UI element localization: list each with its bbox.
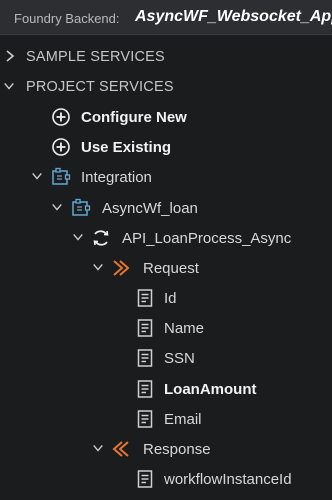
chevron-right-icon bbox=[6, 50, 15, 62]
field-label: workflowInstanceId bbox=[164, 471, 292, 488]
tree-leaf-field[interactable]: Email bbox=[0, 404, 332, 434]
configure-new-label: Configure New bbox=[81, 109, 187, 126]
document-icon bbox=[137, 470, 153, 488]
chevron-down-icon bbox=[4, 82, 14, 90]
tree-leaf-field[interactable]: LoanAmount bbox=[0, 374, 332, 404]
use-existing-label: Use Existing bbox=[81, 139, 172, 156]
configure-new-button[interactable]: Configure New bbox=[0, 102, 332, 132]
field-label: SSN bbox=[164, 350, 195, 367]
chevron-down-icon bbox=[52, 203, 62, 211]
add-circle-icon bbox=[52, 108, 70, 126]
use-existing-button[interactable]: Use Existing bbox=[0, 132, 332, 162]
field-label: LoanAmount bbox=[164, 381, 257, 398]
tree-node-service[interactable]: AsyncWf_loan bbox=[0, 193, 332, 223]
node-label: API_LoanProcess_Async bbox=[122, 230, 292, 247]
tree-node-integration[interactable]: Integration bbox=[0, 162, 332, 192]
chevron-down-icon bbox=[73, 233, 83, 241]
request-arrow-icon bbox=[113, 260, 130, 276]
section-sample-services[interactable]: SAMPLE SERVICES bbox=[0, 42, 332, 72]
document-icon bbox=[137, 380, 153, 398]
document-icon bbox=[137, 410, 153, 428]
chevron-down-icon bbox=[32, 172, 42, 180]
tree-node-response[interactable]: Response bbox=[0, 434, 332, 464]
response-arrow-icon bbox=[112, 441, 129, 457]
backend-label: Foundry Backend: bbox=[14, 11, 120, 26]
integration-icon bbox=[72, 198, 91, 216]
async-refresh-icon bbox=[93, 230, 109, 246]
chevron-down-icon bbox=[93, 444, 103, 452]
document-icon bbox=[137, 349, 153, 367]
add-circle-icon bbox=[52, 138, 70, 156]
node-label: Request bbox=[143, 260, 199, 277]
tree-node-operation[interactable]: API_LoanProcess_Async bbox=[0, 223, 332, 253]
node-label: AsyncWf_loan bbox=[102, 200, 198, 217]
tree-leaf-field[interactable]: Name bbox=[0, 313, 332, 343]
node-label: Response bbox=[143, 441, 211, 458]
section-project-services[interactable]: PROJECT SERVICES bbox=[0, 72, 332, 102]
section-label: SAMPLE SERVICES bbox=[26, 49, 165, 65]
app-name[interactable]: AsyncWF_Websocket_App bbox=[135, 8, 332, 26]
tree-leaf-field[interactable]: workflowInstanceId bbox=[0, 464, 332, 494]
tree-leaf-field[interactable]: Id bbox=[0, 283, 332, 313]
integration-icon bbox=[52, 167, 71, 185]
section-label: PROJECT SERVICES bbox=[26, 79, 174, 95]
field-label: Id bbox=[164, 290, 177, 307]
field-label: Name bbox=[164, 320, 205, 337]
field-label: Email bbox=[164, 411, 202, 428]
node-label: Integration bbox=[81, 169, 152, 186]
backend-header: Foundry Backend: AsyncWF_Websocket_App bbox=[0, 0, 332, 35]
tree-node-request[interactable]: Request bbox=[0, 253, 332, 283]
tree-leaf-field[interactable]: SSN bbox=[0, 343, 332, 373]
document-icon bbox=[137, 289, 153, 307]
document-icon bbox=[137, 319, 153, 337]
chevron-down-icon bbox=[93, 263, 103, 271]
